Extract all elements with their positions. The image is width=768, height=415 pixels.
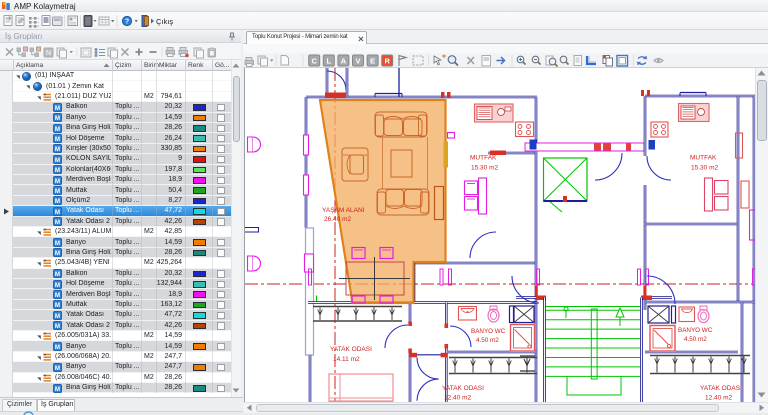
svg-text:M: M: [55, 125, 60, 132]
svg-text:N: N: [46, 50, 51, 57]
svg-text:M: M: [55, 188, 60, 195]
svg-text:L: L: [327, 56, 332, 65]
svg-text:YATAK ODASI: YATAK ODASI: [442, 385, 484, 392]
svg-text:A: A: [341, 56, 347, 65]
svg-text:M: M: [55, 323, 60, 330]
svg-text:M: M: [55, 292, 60, 299]
svg-text:M: M: [55, 209, 60, 216]
svg-text:12.40 m2: 12.40 m2: [444, 395, 471, 402]
svg-text:R: R: [384, 56, 390, 65]
svg-text:MUTFAK: MUTFAK: [690, 155, 717, 162]
svg-text:M: M: [55, 105, 60, 112]
svg-text:YATAK ODASI: YATAK ODASI: [700, 385, 742, 392]
svg-text:C: C: [311, 56, 317, 65]
svg-text:YATAK ODASI: YATAK ODASI: [330, 346, 372, 353]
svg-text:M: M: [55, 115, 60, 122]
svg-text:M: M: [55, 136, 60, 143]
svg-text:4.50 m2: 4.50 m2: [684, 336, 707, 343]
svg-text:4.50 m2: 4.50 m2: [476, 337, 499, 344]
svg-text:MUTFAK: MUTFAK: [470, 155, 497, 162]
svg-text:M: M: [55, 177, 60, 184]
svg-text:YAŞAM ALANI: YAŞAM ALANI: [322, 207, 365, 214]
svg-text:M: M: [55, 365, 60, 372]
svg-text:M: M: [55, 344, 60, 351]
svg-text:M: M: [55, 250, 60, 257]
svg-text:BANYO WC: BANYO WC: [678, 327, 713, 334]
svg-text:BANYO WC: BANYO WC: [471, 328, 506, 335]
svg-text:M: M: [55, 313, 60, 320]
svg-text:M: M: [55, 219, 60, 226]
svg-text:M: M: [55, 157, 60, 164]
svg-text:15.30 m2: 15.30 m2: [691, 165, 718, 172]
svg-text:E: E: [370, 56, 375, 65]
svg-text:M: M: [55, 146, 60, 153]
svg-text:M: M: [55, 271, 60, 278]
svg-text:M: M: [55, 198, 60, 205]
svg-text:14.11 m2: 14.11 m2: [333, 356, 360, 363]
svg-text:12.40 m2: 12.40 m2: [705, 395, 732, 402]
svg-text:M: M: [55, 302, 60, 309]
svg-text:M: M: [55, 240, 60, 247]
svg-text:15.30 m2: 15.30 m2: [471, 165, 498, 172]
svg-text:?: ?: [125, 19, 129, 26]
svg-text:M: M: [55, 167, 60, 174]
svg-text:M: M: [55, 281, 60, 288]
svg-text:V: V: [355, 56, 360, 65]
svg-text:M: M: [55, 385, 60, 392]
svg-text:26.40 m2: 26.40 m2: [324, 216, 351, 223]
